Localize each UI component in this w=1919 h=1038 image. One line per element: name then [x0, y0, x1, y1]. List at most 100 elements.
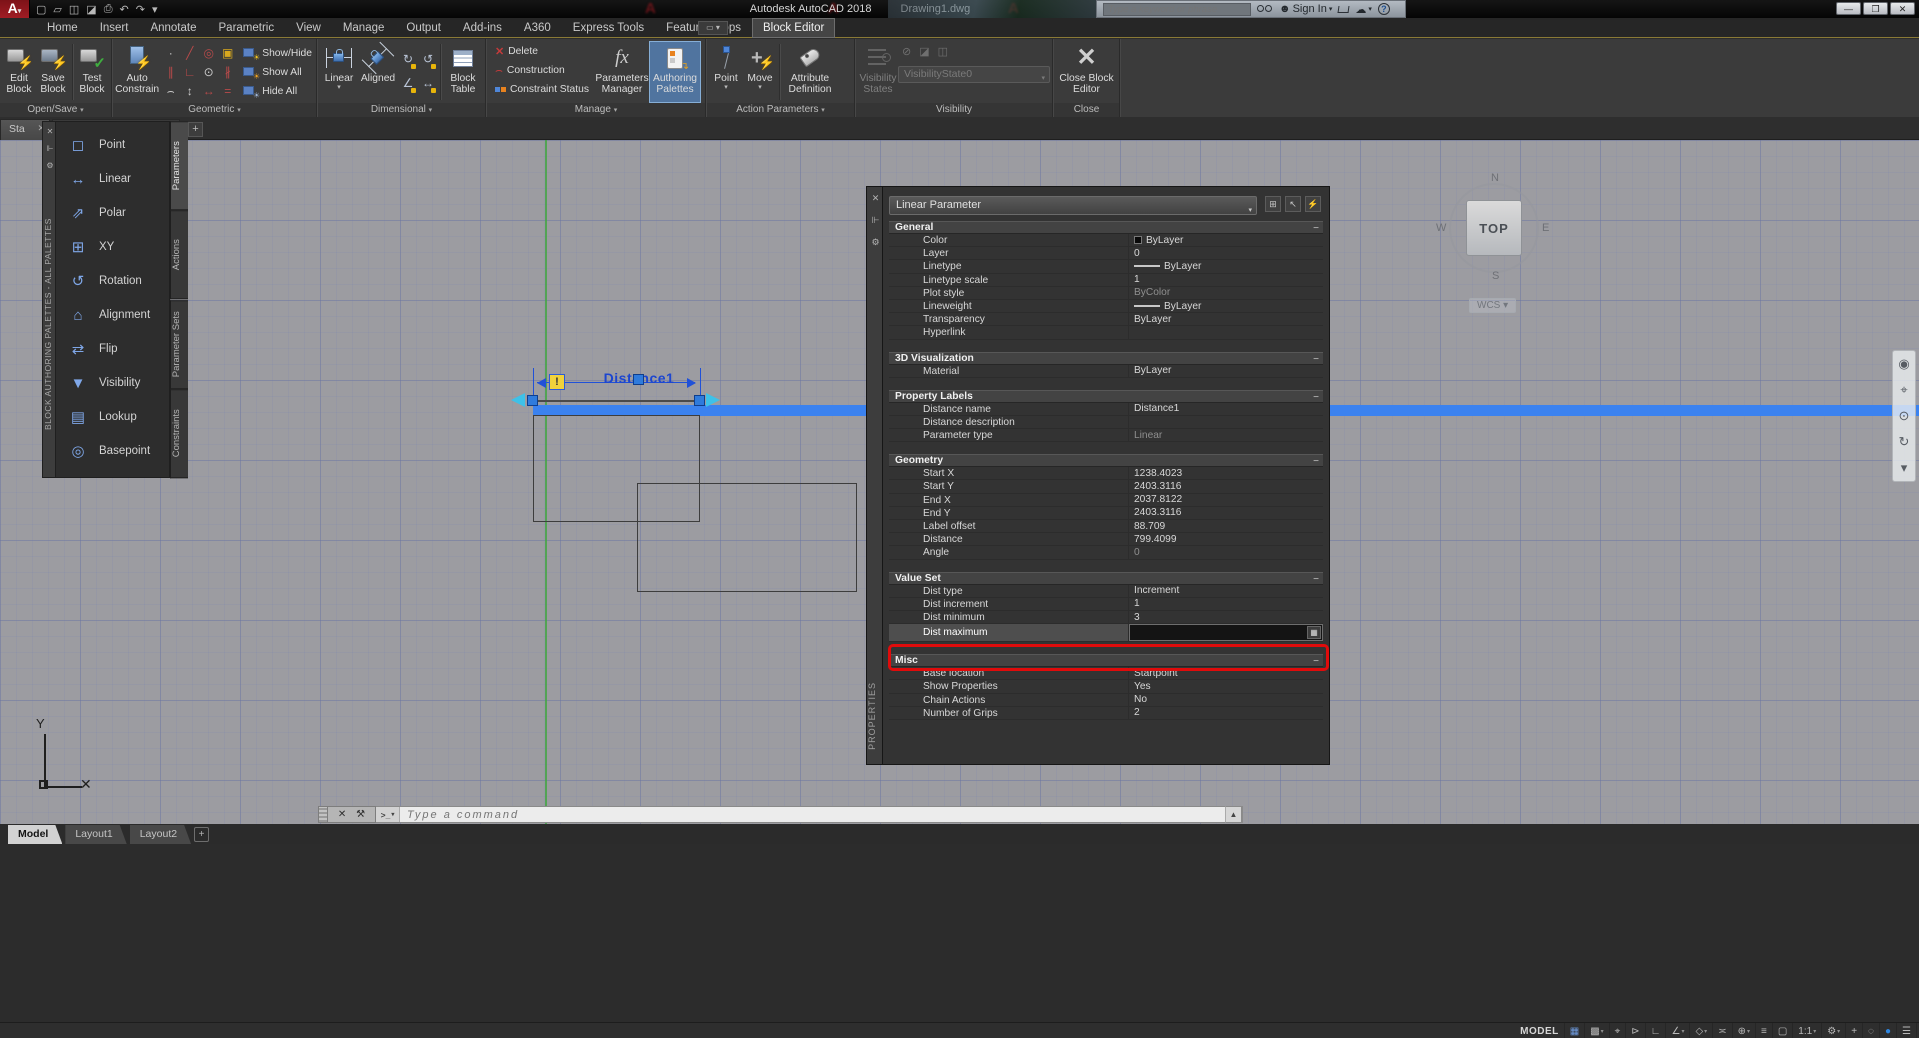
- property-value[interactable]: No: [1129, 694, 1323, 706]
- property-row-distance[interactable]: Distance 799.4099: [889, 533, 1323, 547]
- menu-tab-express-tools[interactable]: Express Tools: [562, 18, 655, 38]
- parameters-manager-button[interactable]: fx Parameters Manager: [595, 41, 649, 103]
- menu-tab-home[interactable]: Home: [36, 18, 89, 38]
- close-command-line-icon[interactable]: ✕: [338, 809, 346, 820]
- palette-properties-icon[interactable]: ⚙: [45, 161, 55, 170]
- compass-east[interactable]: E: [1542, 222, 1549, 234]
- property-row-start-y[interactable]: Start Y 2403.3116: [889, 480, 1323, 494]
- property-row-hyperlink[interactable]: Hyperlink: [889, 326, 1323, 340]
- command-bar-grip[interactable]: [318, 806, 328, 823]
- property-row-dist-increment[interactable]: Dist increment 1: [889, 597, 1323, 611]
- layout-tab-layout1[interactable]: Layout1: [65, 825, 126, 844]
- property-row-linetype-scale[interactable]: Linetype scale 1: [889, 273, 1323, 287]
- property-value[interactable]: ▦: [1129, 624, 1323, 642]
- isometric-drafting-toggle[interactable]: ◇ ▾: [1690, 1023, 1714, 1038]
- layout-tab-layout2[interactable]: Layout2: [130, 825, 191, 844]
- property-row-number-of-grips[interactable]: Number of Grips 2: [889, 706, 1323, 720]
- close-palette-icon[interactable]: ✕: [45, 127, 55, 136]
- palette-item-alignment[interactable]: ⌂ Alignment: [66, 298, 169, 332]
- collapse-section-icon[interactable]: −: [1313, 392, 1319, 404]
- collapse-section-icon[interactable]: −: [1313, 574, 1319, 586]
- property-value[interactable]: 799.4099: [1129, 533, 1323, 545]
- save-icon[interactable]: ◫: [69, 3, 79, 16]
- property-value[interactable]: Startpoint: [1129, 667, 1323, 679]
- linear-constraint-button[interactable]: Linear ▾: [320, 41, 358, 103]
- property-value[interactable]: 1: [1129, 598, 1323, 610]
- palette-tab-parameters[interactable]: Parameters: [170, 121, 188, 211]
- undo-icon[interactable]: ↶: [120, 3, 129, 16]
- property-row-plot-style[interactable]: Plot style ByColor: [889, 286, 1323, 300]
- edit-block-button[interactable]: ⚡ Edit Block: [2, 41, 36, 103]
- property-row-angle[interactable]: Angle 0: [889, 546, 1323, 560]
- palette-tab-constraints[interactable]: Constraints: [170, 388, 188, 478]
- palette-tab-parameter-sets[interactable]: Parameter Sets: [170, 299, 188, 389]
- menu-tab-add-ins[interactable]: Add-ins: [452, 18, 513, 38]
- property-row-show-properties[interactable]: Show Properties Yes: [889, 680, 1323, 694]
- end-grip[interactable]: [694, 395, 705, 406]
- object-snap-tracking-toggle[interactable]: ≍: [1713, 1023, 1733, 1038]
- make-invisible-icon[interactable]: ◪: [919, 45, 929, 58]
- section-header-misc[interactable]: Misc −: [889, 654, 1323, 668]
- app-store-cart-icon[interactable]: [1337, 5, 1350, 13]
- tangent-constraint-icon[interactable]: ⊙: [199, 63, 218, 82]
- panel-title-close[interactable]: Close: [1054, 103, 1119, 117]
- quick-calc-button[interactable]: ▦: [1307, 626, 1321, 640]
- close-properties-icon[interactable]: ✕: [870, 193, 881, 204]
- collinear-constraint-icon[interactable]: ╱: [180, 44, 199, 63]
- object-type-dropdown[interactable]: Linear Parameter ▾: [889, 196, 1257, 215]
- property-value[interactable]: Increment: [1129, 585, 1323, 597]
- property-row-dist-type[interactable]: Dist type Increment: [889, 584, 1323, 598]
- stretch-arrow-right[interactable]: [706, 393, 720, 407]
- menu-tab-insert[interactable]: Insert: [89, 18, 140, 38]
- radial-lock-icon[interactable]: ↻: [398, 48, 418, 72]
- property-value[interactable]: 2037.8122: [1129, 494, 1323, 506]
- palette-item-linear[interactable]: ↔ Linear: [66, 162, 169, 196]
- palette-item-xy[interactable]: ⊞ XY: [66, 230, 169, 264]
- menu-tab-block-editor[interactable]: Block Editor: [751, 18, 836, 38]
- graphics-performance-toggle[interactable]: ●: [1880, 1023, 1898, 1038]
- property-value[interactable]: 0: [1129, 546, 1323, 558]
- test-block-button[interactable]: ✓ Test Block: [75, 41, 109, 103]
- property-value[interactable]: ByLayer: [1129, 365, 1323, 377]
- panel-title-dimensional[interactable]: Dimensional ▾: [318, 103, 485, 117]
- menu-tab-a360[interactable]: A360: [513, 18, 562, 38]
- collapse-section-icon[interactable]: −: [1313, 354, 1319, 366]
- toggle-pickadd-icon[interactable]: ⊞: [1265, 196, 1281, 212]
- menu-tab-parametric[interactable]: Parametric: [208, 18, 286, 38]
- ortho-mode-toggle[interactable]: ∟: [1646, 1023, 1667, 1038]
- show-hide-constraints-button[interactable]: ☀ Show/Hide: [243, 45, 312, 62]
- authoring-palettes-button[interactable]: ↴ Authoring Palettes: [649, 41, 701, 103]
- property-value[interactable]: Yes: [1129, 680, 1323, 692]
- menu-tab-annotate[interactable]: Annotate: [139, 18, 207, 38]
- panel-title-visibility[interactable]: Visibility: [856, 103, 1052, 117]
- customize-wrench-icon[interactable]: ⚒: [356, 809, 365, 820]
- menu-tab-view[interactable]: View: [285, 18, 332, 38]
- property-row-distance-description[interactable]: Distance description: [889, 415, 1323, 430]
- section-header-general[interactable]: General −: [889, 221, 1323, 234]
- autohide-icon[interactable]: ⊩: [870, 215, 881, 226]
- polar-tracking-toggle[interactable]: ∠ ▾: [1666, 1023, 1691, 1038]
- fix-constraint-icon[interactable]: ▣: [218, 44, 237, 63]
- aligned-constraint-button[interactable]: Aligned: [358, 41, 398, 103]
- property-value[interactable]: [1129, 416, 1323, 428]
- equal-constraint-icon[interactable]: =: [218, 82, 237, 101]
- palette-item-point[interactable]: ◻ Point: [66, 128, 169, 162]
- start-grip[interactable]: [527, 395, 538, 406]
- minimize-button[interactable]: —: [1836, 2, 1861, 15]
- property-row-distance-name[interactable]: Distance name Distance1: [889, 402, 1323, 416]
- restore-button[interactable]: ❒: [1863, 2, 1888, 15]
- vertical-constraint-icon[interactable]: ↕: [180, 82, 199, 101]
- zoom-tool-icon[interactable]: ⊙: [1899, 408, 1910, 424]
- open-file-icon[interactable]: ▱: [53, 3, 61, 16]
- autohide-icon[interactable]: ⊩: [45, 144, 55, 153]
- search-icon[interactable]: [1257, 4, 1273, 14]
- auto-constrain-button[interactable]: ⚡ Auto Constrain: [115, 41, 159, 103]
- make-visible-icon[interactable]: ⊘: [902, 45, 911, 58]
- parameter-label-grip[interactable]: [633, 374, 644, 385]
- quick-select-icon[interactable]: ⚡: [1305, 196, 1321, 212]
- workspace-switching-menu[interactable]: ⚙ ▾: [1822, 1023, 1847, 1038]
- palette-item-basepoint[interactable]: ◎ Basepoint: [66, 434, 169, 468]
- property-row-base-location[interactable]: Base location Startpoint: [889, 667, 1323, 681]
- property-value[interactable]: 2403.3116: [1129, 480, 1323, 492]
- visibility-states-button[interactable]: Visibility States: [858, 41, 898, 103]
